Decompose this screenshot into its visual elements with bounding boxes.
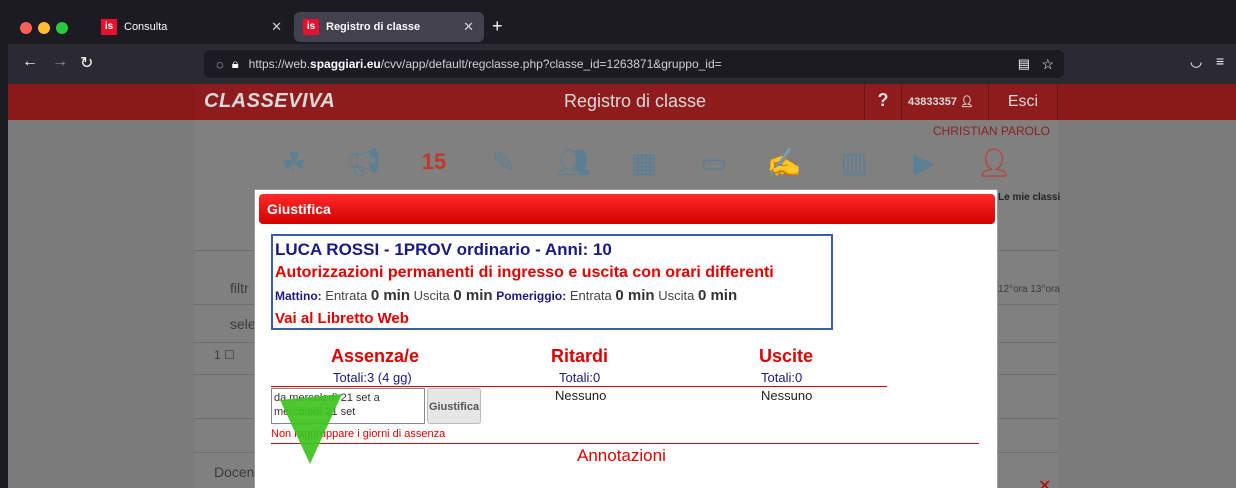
exits-none: Nessuno (761, 388, 813, 403)
docente-label: Docen (214, 464, 255, 480)
forward-icon[interactable]: → (52, 53, 68, 71)
late-heading: Ritardi (551, 346, 609, 366)
site-favicon-icon: is (303, 19, 319, 35)
close-x-icon[interactable]: ✕ (1038, 476, 1051, 488)
my-classes-link[interactable]: Le mie classi (998, 192, 1060, 203)
address-bar[interactable]: ◌ 🔒︎ https://web.spaggiari.eu/cvv/app/de… (204, 50, 1064, 78)
hour-columns: 12°ora 13°ora (998, 284, 1060, 295)
back-icon[interactable]: ← (22, 53, 38, 71)
bookmark-star-icon[interactable]: ☆ (1041, 56, 1054, 73)
select-label: sele (230, 316, 256, 332)
close-tab-icon[interactable]: ✕ (271, 19, 282, 35)
edit-icon[interactable]: ✎ (482, 140, 526, 184)
reload-icon[interactable]: ↻ (80, 53, 93, 73)
absences-heading: Assenza/e (331, 346, 420, 366)
student-info-box: LUCA ROSSI - 1PROV ordinario - Anni: 10 … (271, 234, 833, 330)
reader-view-icon[interactable]: ▤ (1018, 56, 1030, 72)
authorization-text: Autorizzazioni permanenti di ingresso e … (275, 264, 774, 281)
help-button[interactable]: ? (864, 84, 902, 120)
dialog-title: Giustifica (267, 201, 331, 217)
checkbox-icon[interactable]: ☐ (224, 348, 235, 362)
toolbar-icons: ☘ 📢︎ 15 ✎ 👥︎ ▦ ▭ ✍ ▥ ▶ 👤︎ (272, 140, 1016, 188)
tab-strip: is Consulta ✕ is Registro di classe ✕ + (8, 8, 1236, 44)
close-window-icon[interactable] (20, 22, 32, 34)
board-icon[interactable]: ▭ (692, 140, 736, 184)
url-text: https://web.spaggiari.eu/cvv/app/default… (248, 57, 722, 71)
annotations-heading: Annotazioni (577, 446, 666, 465)
grid-icon[interactable]: ▦ (622, 140, 666, 184)
absences-total: Totali:3 (4 gg) (333, 370, 412, 385)
exits-heading: Uscite (759, 346, 814, 366)
schedule-icon[interactable]: ▥ (832, 140, 876, 184)
justify-dialog: Giustifica LUCA ROSSI - 1PROV ordinario … (254, 189, 998, 488)
divider (271, 386, 887, 387)
student-name: LUCA ROSSI - 1PROV ordinario - Anni: 10 (275, 240, 612, 259)
dialog-header: Giustifica (259, 194, 995, 224)
new-tab-icon[interactable]: + (492, 16, 503, 37)
libretto-web-link[interactable]: Vai al Libretto Web (275, 310, 409, 327)
web-page: CLASSEVIVA Registro di classe ? 43833357… (8, 84, 1236, 488)
row-number[interactable]: 1 ☐ (214, 348, 235, 362)
tab-label: Consulta (124, 21, 168, 33)
justify-button[interactable]: Giustifica (427, 388, 481, 424)
calendar-icon[interactable]: 15 (412, 140, 456, 184)
students-group-icon[interactable]: ☘ (272, 140, 316, 184)
users-icon[interactable]: 👥︎ (552, 140, 596, 184)
shield-icon[interactable]: ◌ (216, 57, 224, 72)
close-tab-icon[interactable]: ✕ (463, 19, 474, 35)
teacher-icon[interactable]: 👤︎ (972, 140, 1016, 184)
grades-icon[interactable]: ✍ (762, 140, 806, 184)
divider (271, 443, 979, 444)
late-none: Nessuno (555, 388, 607, 403)
pointer-arrow-icon (280, 394, 342, 464)
menu-icon[interactable]: ≡ (1216, 53, 1224, 69)
pocket-icon[interactable]: ◡ (1190, 53, 1202, 70)
classeviva-logo[interactable]: CLASSEVIVA (204, 90, 335, 113)
browser-window: is Consulta ✕ is Registro di classe ✕ + … (8, 8, 1236, 488)
logout-button[interactable]: Esci (988, 84, 1058, 120)
tab-label: Registro di classe (326, 21, 421, 33)
exits-total: Totali:0 (761, 370, 803, 385)
video-icon[interactable]: ▶ (902, 140, 946, 184)
tab-registro[interactable]: is Registro di classe ✕ (294, 12, 484, 42)
site-favicon-icon: is (101, 19, 117, 35)
user-code[interactable]: 43833357 👤︎ (908, 95, 974, 108)
late-total: Totali:0 (559, 370, 601, 385)
page-title: Registro di classe (564, 91, 707, 111)
nav-bar: ← → ↻ ◌ 🔒︎ https://web.spaggiari.eu/cvv/… (8, 44, 1236, 84)
minimize-window-icon[interactable] (38, 22, 50, 34)
tab-consulta[interactable]: is Consulta ✕ (92, 12, 292, 42)
user-icon: 👤︎ (960, 96, 974, 108)
zoom-window-icon[interactable] (56, 22, 68, 34)
filter-label: filtr (230, 280, 249, 296)
teacher-name: CHRISTIAN PAROLO (932, 124, 1050, 138)
entry-exit-times: Mattino: Entrata 0 min Uscita 0 min Pome… (275, 287, 738, 304)
announcement-icon[interactable]: 📢︎ (342, 140, 386, 184)
lock-icon[interactable]: 🔒︎ (232, 56, 239, 72)
